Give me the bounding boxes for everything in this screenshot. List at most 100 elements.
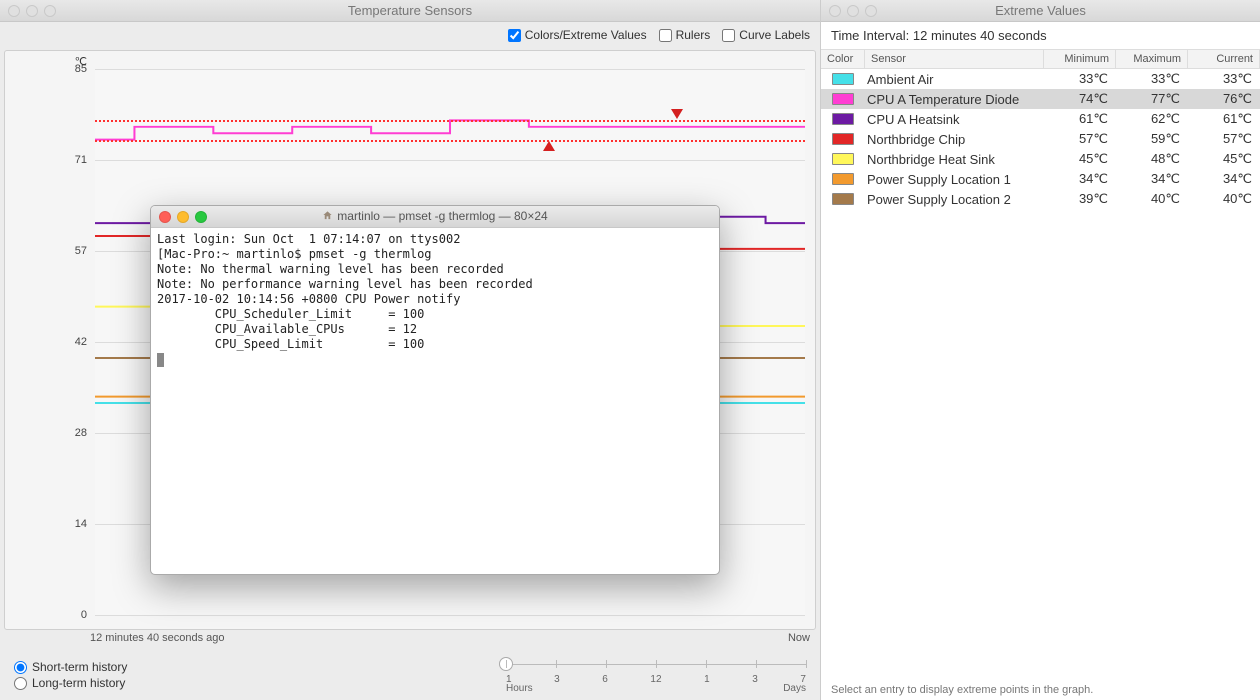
series-line [95,120,805,139]
sensor-name: Power Supply Location 1 [865,172,1044,187]
gridline [95,69,805,70]
slider-tick [606,660,607,668]
rulers-checkbox[interactable]: Rulers [659,28,711,42]
table-row[interactable]: Northbridge Chip57℃59℃57℃ [821,129,1260,149]
long-term-input[interactable] [14,677,27,690]
min-value: 34℃ [1044,171,1116,187]
sensor-name: CPU A Temperature Diode [865,92,1044,107]
sensor-name: Northbridge Chip [865,132,1044,147]
min-value: 33℃ [1044,71,1116,87]
color-swatch [832,93,854,105]
sensor-name: Northbridge Heat Sink [865,152,1044,167]
y-tick: 71 [75,154,87,166]
chart-options-toolbar: Colors/Extreme Values Rulers Curve Label… [0,22,820,50]
col-sensor-header[interactable]: Sensor [865,50,1044,68]
colors-extreme-label: Colors/Extreme Values [525,28,647,42]
short-term-radio[interactable]: Short-term history [14,660,127,674]
colors-extreme-checkbox[interactable]: Colors/Extreme Values [508,28,647,42]
terminal-cursor [157,353,164,367]
extreme-values-window: Extreme Values Time Interval: 12 minutes… [820,0,1260,700]
long-term-radio[interactable]: Long-term history [14,676,127,690]
col-max-header[interactable]: Maximum [1116,50,1188,68]
color-swatch [832,173,854,185]
min-value: 61℃ [1044,111,1116,127]
threshold-line [95,140,805,142]
timeline-slider[interactable]: 13612137 Hours Days [506,656,806,694]
x-axis-start: 12 minutes 40 seconds ago [90,632,225,644]
max-value: 77℃ [1116,91,1188,107]
hours-label: Hours [506,683,533,694]
rulers-input[interactable] [659,29,672,42]
cur-value: 34℃ [1188,171,1260,187]
curve-labels-input[interactable] [722,29,735,42]
col-cur-header[interactable]: Current [1188,50,1260,68]
slider-unit-labels: Hours Days [506,683,806,694]
y-tick: 0 [81,609,87,621]
max-value: 59℃ [1116,131,1188,147]
cur-value: 61℃ [1188,111,1260,127]
slider-tick [506,660,507,668]
col-color-header[interactable]: Color [821,50,865,68]
table-row[interactable]: Northbridge Heat Sink45℃48℃45℃ [821,149,1260,169]
table-row[interactable]: Ambient Air33℃33℃33℃ [821,69,1260,89]
sensor-name: Power Supply Location 2 [865,192,1044,207]
home-icon [322,210,333,224]
min-value: 57℃ [1044,131,1116,147]
gridline [95,160,805,161]
max-value: 34℃ [1116,171,1188,187]
y-axis: ℃ 8571574228140 [5,69,91,615]
x-axis-end: Now [788,632,810,644]
table-row[interactable]: Power Supply Location 239℃40℃40℃ [821,189,1260,209]
y-tick: 57 [75,245,87,257]
color-swatch [832,133,854,145]
min-value: 74℃ [1044,91,1116,107]
min-value: 45℃ [1044,151,1116,167]
time-interval-label: Time Interval: 12 minutes 40 seconds [821,22,1260,49]
gridline [95,615,805,616]
color-swatch [832,73,854,85]
curve-labels-label: Curve Labels [739,28,810,42]
short-term-input[interactable] [14,661,27,674]
y-tick: 85 [75,63,87,75]
colors-extreme-input[interactable] [508,29,521,42]
titlebar[interactable]: martinlo — pmset -g thermlog — 80×24 [151,206,719,228]
slider-tick [756,660,757,668]
slider-tick [556,660,557,668]
curve-labels-checkbox[interactable]: Curve Labels [722,28,810,42]
min-marker-icon [543,141,555,151]
window-title: martinlo — pmset -g thermlog — 80×24 [151,209,719,224]
sensor-name: Ambient Air [865,72,1044,87]
cur-value: 57℃ [1188,131,1260,147]
rulers-label: Rulers [676,28,711,42]
x-axis: 12 minutes 40 seconds ago Now [0,630,820,644]
table-header: Color Sensor Minimum Maximum Current [821,49,1260,69]
cur-value: 33℃ [1188,71,1260,87]
slider-tick [656,660,657,668]
titlebar[interactable]: Extreme Values [821,0,1260,22]
y-tick: 28 [75,427,87,439]
table-row[interactable]: CPU A Heatsink61℃62℃61℃ [821,109,1260,129]
table-row[interactable]: CPU A Temperature Diode74℃77℃76℃ [821,89,1260,109]
terminal-body[interactable]: Last login: Sun Oct 1 07:14:07 on ttys00… [151,228,719,371]
slider-tick [806,660,807,668]
cur-value: 45℃ [1188,151,1260,167]
max-marker-icon [671,109,683,119]
slider-track[interactable] [506,656,806,674]
max-value: 48℃ [1116,151,1188,167]
max-value: 62℃ [1116,111,1188,127]
cur-value: 76℃ [1188,91,1260,107]
table-row[interactable]: Power Supply Location 134℃34℃34℃ [821,169,1260,189]
col-min-header[interactable]: Minimum [1044,50,1116,68]
min-value: 39℃ [1044,191,1116,207]
window-title: Extreme Values [821,3,1260,18]
terminal-window[interactable]: martinlo — pmset -g thermlog — 80×24 Las… [150,205,720,575]
sensor-name: CPU A Heatsink [865,112,1044,127]
titlebar[interactable]: Temperature Sensors [0,0,820,22]
cur-value: 40℃ [1188,191,1260,207]
terminal-title-text: martinlo — pmset -g thermlog — 80×24 [337,209,547,223]
color-swatch [832,153,854,165]
long-term-label: Long-term history [32,676,125,690]
threshold-line [95,120,805,122]
y-tick: 42 [75,336,87,348]
max-value: 33℃ [1116,71,1188,87]
